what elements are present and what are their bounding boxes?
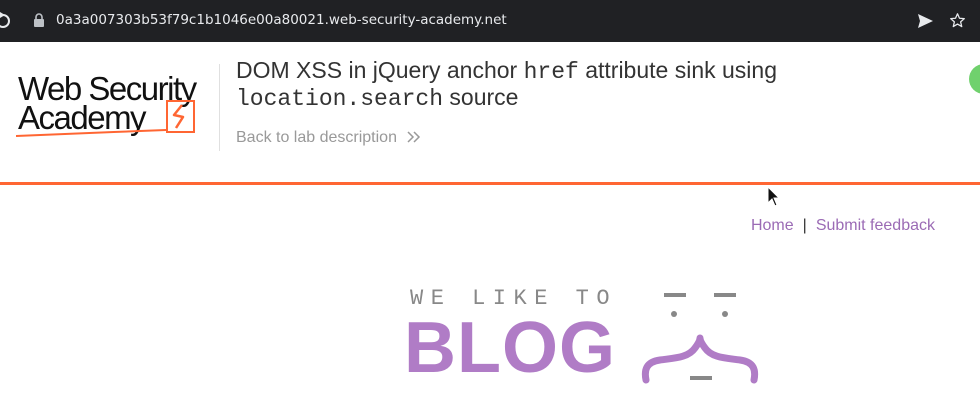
lab-status-indicator xyxy=(969,64,980,94)
mouse-cursor-icon xyxy=(767,186,781,207)
top-nav-links: Home | Submit feedback xyxy=(751,217,935,235)
lab-title-text-3: source xyxy=(443,84,519,110)
lab-header: Web Security Academy DOM XSS in jQuery a… xyxy=(0,42,980,185)
url-text[interactable]: 0a3a007303b53f79c1b1046e00a80021.web-sec… xyxy=(56,12,507,28)
lab-title-text-2: attribute sink using xyxy=(578,57,777,83)
reload-icon[interactable] xyxy=(0,12,10,30)
back-to-lab-description-link[interactable]: Back to lab description xyxy=(236,129,421,147)
logo-line2: Academy xyxy=(18,99,147,136)
lab-title-code-2: location.search xyxy=(236,86,444,112)
double-chevron-right-icon xyxy=(407,131,421,143)
back-link-label: Back to lab description xyxy=(236,129,397,146)
star-icon[interactable] xyxy=(949,12,966,29)
lab-title-text-1: DOM XSS in jQuery anchor xyxy=(236,57,524,83)
send-icon[interactable] xyxy=(917,13,934,29)
header-divider xyxy=(219,64,220,151)
web-security-academy-logo[interactable]: Web Security Academy xyxy=(16,62,216,158)
banner-word: BLOG xyxy=(404,308,616,388)
browser-address-bar: 0a3a007303b53f79c1b1046e00a80021.web-sec… xyxy=(0,0,980,42)
lab-title-code-1: href xyxy=(523,59,579,85)
face-brace-icon xyxy=(641,293,759,384)
home-link[interactable]: Home xyxy=(751,217,794,234)
lab-title: DOM XSS in jQuery anchor href attribute … xyxy=(236,58,956,112)
nav-separator: | xyxy=(802,217,807,234)
lock-icon[interactable] xyxy=(33,13,45,28)
submit-feedback-link[interactable]: Submit feedback xyxy=(816,217,935,234)
blog-banner: WE LIKE TO BLOG xyxy=(404,284,764,384)
